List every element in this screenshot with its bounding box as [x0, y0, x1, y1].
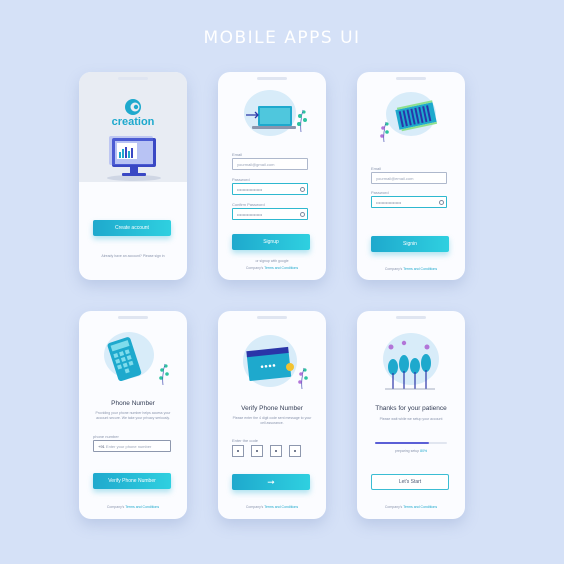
- creation-logo-icon: [125, 99, 141, 115]
- verify-heading: Verify Phone Number: [241, 405, 303, 412]
- terms-prefix: Company's: [245, 266, 264, 270]
- terms-line: Company's Terms and Conditions: [218, 266, 326, 270]
- email-field[interactable]: yourmail@gmail.com: [232, 158, 308, 170]
- email-label: Email: [371, 166, 382, 171]
- eye-icon[interactable]: [300, 212, 305, 217]
- terms-link[interactable]: Terms and Conditions: [264, 266, 298, 270]
- phone-number-field[interactable]: +91 Enter your phone number: [93, 440, 171, 452]
- password-browser-illustration-icon: [243, 335, 308, 390]
- code-dot: [294, 450, 296, 452]
- google-signup-link[interactable]: or signup with google: [218, 259, 326, 263]
- code-digit-4[interactable]: [289, 445, 301, 457]
- terms-prefix: Company's: [106, 505, 125, 509]
- phone-number-placeholder: Enter your phone number: [105, 444, 152, 449]
- lets-start-button[interactable]: Let's Start: [371, 474, 449, 490]
- eye-icon[interactable]: [439, 200, 444, 205]
- phone-screen-verify: Verify Phone Number Please enter the 4 d…: [218, 311, 326, 519]
- progress-text-prefix: preparing setup: [394, 449, 420, 453]
- server-cabinet-illustration-icon: [380, 92, 438, 143]
- phone-notch: [118, 77, 148, 80]
- terms-prefix: Company's: [384, 505, 403, 509]
- password-field[interactable]: ••••••••••••••••••: [371, 196, 447, 208]
- terms-line: Company's Terms and Conditions: [79, 505, 187, 509]
- computer-monitor-icon: [107, 136, 161, 181]
- phone-screen-signin: Email yourmail@email.com Password ••••••…: [357, 72, 465, 280]
- keypad-illustration-icon: [104, 332, 169, 386]
- phone-screen-phone-number: Phone Number Providing your phone number…: [79, 311, 187, 519]
- verify-phone-number-button[interactable]: Verify Phone Number: [93, 473, 171, 489]
- verify-description: Please enter the 4 digit code sent messa…: [232, 416, 312, 425]
- phone-screen-signup: Email yourmail@gmail.com Password ••••••…: [218, 72, 326, 280]
- trees-illustration-icon: [383, 333, 439, 390]
- password-value: ••••••••••••••••••: [376, 200, 402, 205]
- confirm-password-field[interactable]: ••••••••••••••••••: [232, 208, 308, 220]
- password-label: Password: [232, 177, 250, 182]
- code-dot: [237, 450, 239, 452]
- phone-field-label: phone number: [93, 434, 119, 439]
- phone-number-description: Providing your phone number helps access…: [95, 411, 171, 420]
- code-digit-1[interactable]: [232, 445, 244, 457]
- progress-fill: [375, 442, 429, 444]
- brand-name: creation: [111, 116, 155, 128]
- progress-percent: 80%: [420, 449, 428, 453]
- signin-prompt[interactable]: Already have an account? Please sign in: [79, 254, 187, 258]
- terms-line: Company's Terms and Conditions: [218, 505, 326, 509]
- signup-button[interactable]: Signup: [232, 234, 310, 250]
- terms-link[interactable]: Terms and Conditions: [125, 505, 159, 509]
- code-digit-3[interactable]: [270, 445, 282, 457]
- phone-screen-thanks: Thanks for your patience Please wait whi…: [357, 311, 465, 519]
- progress-text: preparing setup 80%: [357, 449, 465, 453]
- arrow-right-icon: ➞: [267, 477, 275, 487]
- confirm-password-value: ••••••••••••••••••: [237, 212, 263, 217]
- email-field[interactable]: yourmail@email.com: [371, 172, 447, 184]
- setup-progress-bar: [375, 442, 447, 444]
- eye-icon[interactable]: [300, 187, 305, 192]
- password-value: ••••••••••••••••••: [237, 187, 263, 192]
- code-dot: [275, 450, 277, 452]
- phone-screen-welcome: creation Create account Already have an …: [79, 72, 187, 280]
- page-title: MOBILE APPS UI: [203, 28, 361, 48]
- password-label: Password: [371, 190, 389, 195]
- terms-line: Company's Terms and Conditions: [357, 267, 465, 271]
- confirm-password-label: Confirm Password: [232, 202, 265, 207]
- signin-button[interactable]: Signin: [371, 236, 449, 252]
- terms-link[interactable]: Terms and Conditions: [403, 505, 437, 509]
- laptop-illustration-icon: [244, 90, 307, 136]
- terms-link[interactable]: Terms and Conditions: [264, 505, 298, 509]
- password-field[interactable]: ••••••••••••••••••: [232, 183, 308, 195]
- thanks-description: Please wait while we setup your account: [379, 417, 443, 421]
- code-digit-2[interactable]: [251, 445, 263, 457]
- terms-prefix: Company's: [384, 267, 403, 271]
- terms-prefix: Company's: [245, 505, 264, 509]
- email-label: Email: [232, 152, 243, 157]
- country-code[interactable]: +91: [98, 444, 105, 449]
- submit-code-button[interactable]: ➞: [232, 474, 310, 490]
- code-dot: [256, 450, 258, 452]
- phone-number-heading: Phone Number: [111, 400, 155, 407]
- thanks-heading: Thanks for your patience: [375, 405, 447, 412]
- code-field-label: Enter the code: [232, 438, 259, 443]
- terms-link[interactable]: Terms and Conditions: [403, 267, 437, 271]
- terms-line: Company's Terms and Conditions: [357, 505, 465, 509]
- create-account-button[interactable]: Create account: [93, 220, 171, 236]
